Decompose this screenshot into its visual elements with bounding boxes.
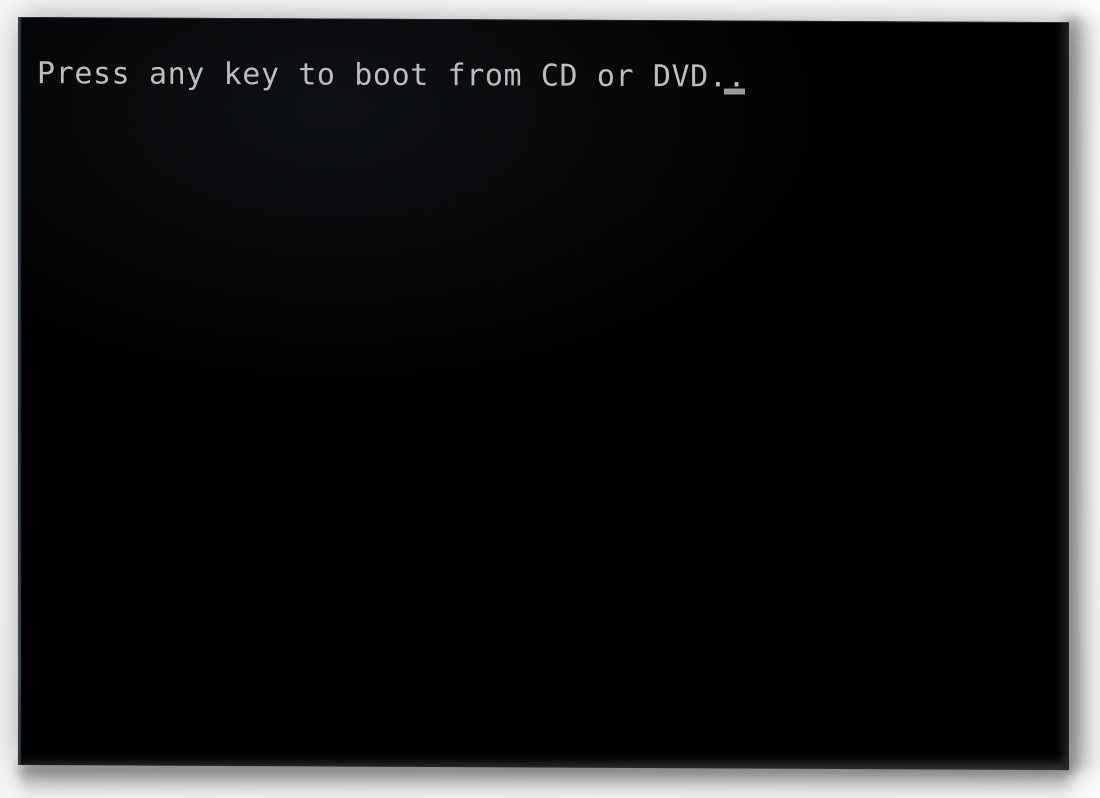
- text-console: Press any key to boot from CD or DVD..: [21, 17, 1069, 770]
- screenshot-canvas: Press any key to boot from CD or DVD..: [0, 0, 1100, 798]
- text-cursor-caret: [724, 88, 745, 95]
- monitor-display: Press any key to boot from CD or DVD..: [18, 17, 1069, 771]
- boot-prompt-text: Press any key to boot from CD or DVD..: [37, 56, 747, 95]
